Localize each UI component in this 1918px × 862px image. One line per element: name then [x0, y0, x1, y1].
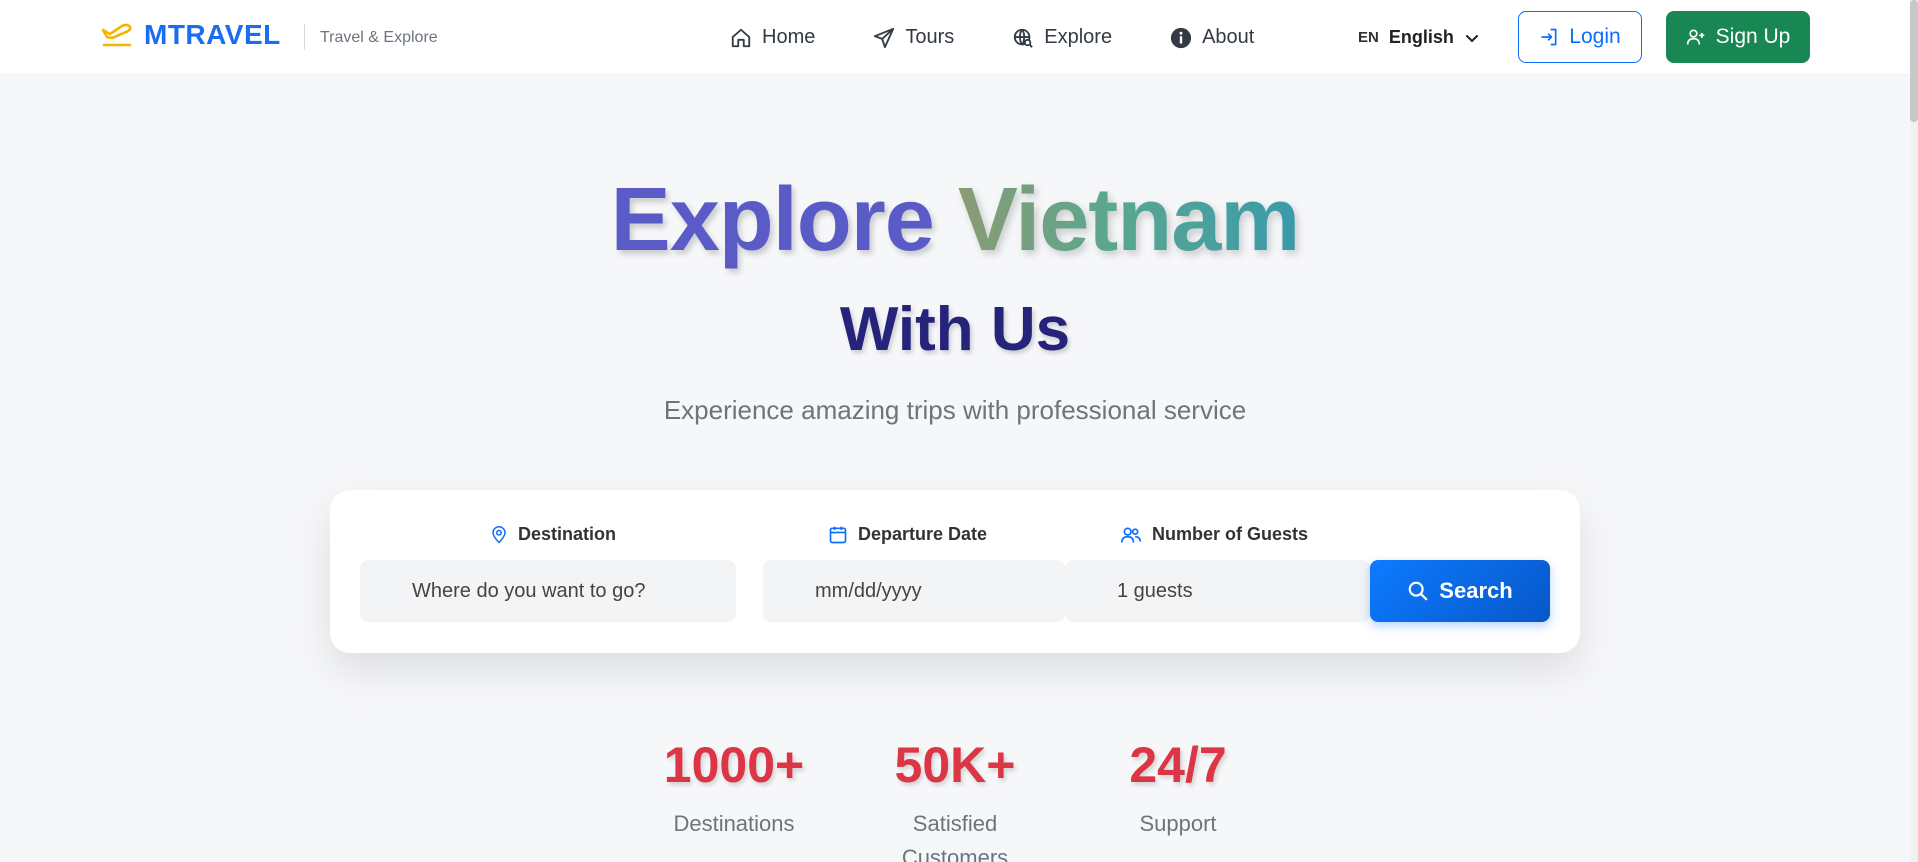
stat-label: Destinations [673, 811, 795, 836]
search-button[interactable]: Search [1370, 560, 1550, 622]
guests-select[interactable]: 1 guests [1065, 560, 1370, 622]
search-icon [1408, 581, 1428, 601]
destination-label-text: Destination [518, 524, 617, 544]
destination-label: Destination [490, 524, 616, 545]
language-code: EN [1358, 29, 1379, 46]
brand-logo-link[interactable]: MTRAVEL [100, 18, 281, 52]
signup-button[interactable]: Sign Up [1666, 11, 1810, 63]
send-icon [874, 27, 895, 48]
nav-item-label: Home [762, 26, 816, 48]
stat-value: 1000+ [663, 737, 805, 793]
search-button-label: Search [1439, 578, 1513, 603]
nav-item-home[interactable]: Home [730, 26, 815, 49]
top-navbar: MTRAVEL Travel & Explore Home Tours Expl… [0, 0, 1910, 75]
destination-input[interactable]: Where do you want to go? [360, 560, 736, 622]
login-label: Login [1569, 25, 1621, 48]
stat-value: 24/7 [1129, 737, 1227, 793]
globe-search-icon [1014, 28, 1034, 48]
date-label: Departure Date [828, 524, 987, 545]
brand-name: MTRAVEL [144, 19, 281, 50]
search-card: Destination Where do you want to go? Dep… [330, 490, 1580, 653]
user-plus-icon [1686, 29, 1704, 45]
home-icon [731, 28, 751, 47]
nav-item-about[interactable]: About [1170, 26, 1254, 49]
nav-item-explore[interactable]: Explore [1012, 26, 1112, 49]
nav-item-label: About [1202, 26, 1255, 48]
stat-label: Satisfied Customers [901, 811, 1009, 862]
nav-item-tours[interactable]: Tours [873, 26, 954, 49]
hero-title: Explore Vietnam [0, 160, 1910, 280]
stat-label: Support [1139, 811, 1217, 836]
language-selector[interactable]: EN English [1358, 0, 1480, 75]
hero-title-word2: Vietnam [957, 170, 1300, 270]
hero-title-word1: Explore [610, 170, 935, 270]
stat-destinations: 1000+ Destinations [624, 735, 844, 841]
airplane-icon [100, 18, 134, 52]
brand-divider [304, 24, 305, 50]
date-label-text: Departure Date [858, 524, 988, 544]
language-name: English [1388, 27, 1454, 47]
guests-label-text: Number of Guests [1152, 524, 1309, 544]
users-icon [1121, 527, 1141, 543]
stat-customers: 50K+ Satisfied Customers [845, 735, 1065, 862]
main-nav: Home Tours Explore About [730, 0, 1312, 75]
chevron-down-icon [1465, 34, 1478, 42]
hero-description: Experience amazing trips with profession… [663, 395, 1247, 425]
departure-date-input[interactable]: mm/dd/yyyy [763, 560, 1065, 622]
calendar-icon [829, 526, 847, 543]
nav-item-label: Tours [905, 26, 955, 48]
guests-label: Number of Guests [1120, 524, 1308, 545]
stat-support: 24/7 Support [1068, 735, 1288, 841]
nav-item-label: Explore [1044, 26, 1113, 48]
info-icon [1170, 27, 1192, 48]
login-icon [1541, 28, 1557, 46]
stat-value: 50K+ [894, 737, 1016, 793]
page-scrollbar[interactable] [1910, 0, 1918, 862]
brand-tagline: Travel & Explore [320, 29, 438, 46]
scrollbar-thumb[interactable] [1910, 0, 1918, 122]
login-button[interactable]: Login [1518, 11, 1642, 63]
signup-label: Sign Up [1715, 25, 1791, 48]
map-pin-icon [492, 525, 506, 544]
hero-subtitle: With Us [839, 295, 1071, 364]
